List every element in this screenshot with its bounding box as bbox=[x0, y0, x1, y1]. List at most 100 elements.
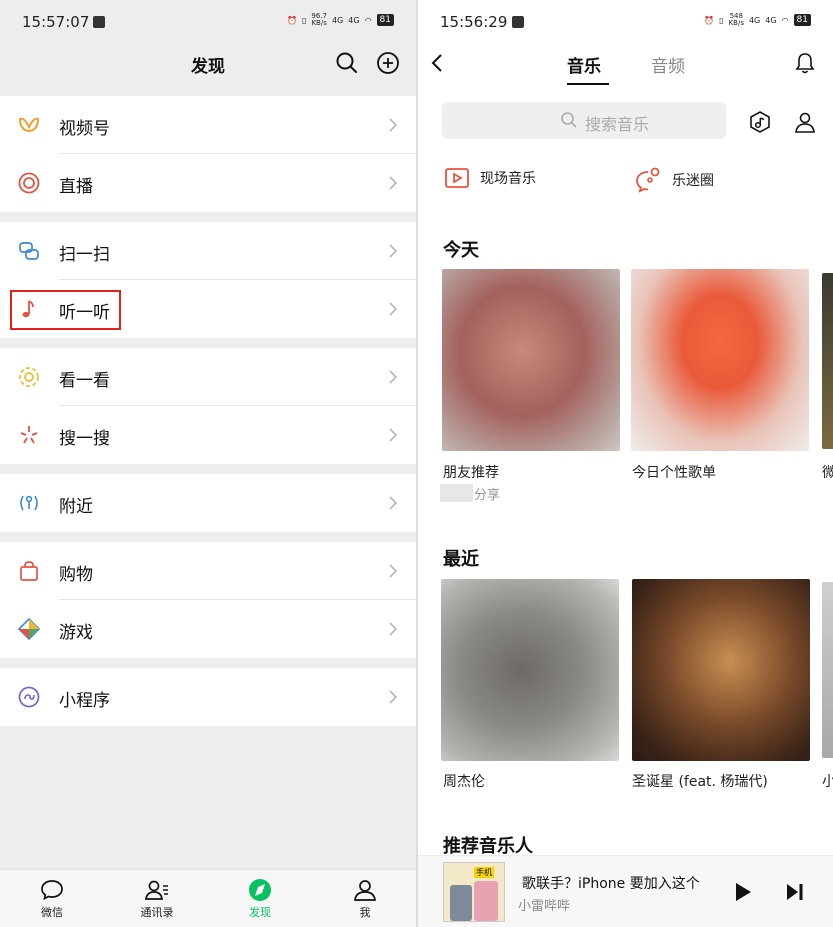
look-icon bbox=[19, 367, 39, 387]
profile-icon[interactable] bbox=[793, 110, 817, 134]
menu-item-channels[interactable]: 视频号 bbox=[0, 96, 416, 154]
tab-music[interactable]: 音乐 bbox=[567, 52, 601, 77]
mini-program-icon bbox=[18, 686, 40, 708]
tab-contacts[interactable]: 通讯录 bbox=[122, 878, 192, 920]
card-title: 周杰伦 bbox=[443, 774, 485, 790]
tab-chats[interactable]: 微信 bbox=[17, 878, 87, 920]
shortcut-live-music[interactable]: 现场音乐 bbox=[444, 166, 536, 190]
section-title-today: 今天 bbox=[443, 240, 479, 261]
redacted-name bbox=[440, 484, 473, 502]
chevron-right-icon bbox=[389, 176, 398, 190]
vibrate-icon: ▯ bbox=[301, 15, 307, 25]
menu-label: 附近 bbox=[59, 497, 93, 517]
playlist-card-partial[interactable] bbox=[822, 273, 833, 449]
status-icons: ⏰ ▯ 548 KB/s 4G 4G ◠ 81 bbox=[704, 13, 811, 27]
card-title: 小 bbox=[822, 774, 833, 790]
search-icon[interactable] bbox=[334, 50, 360, 76]
menu-group-3: 看一看 搜一搜 bbox=[0, 348, 416, 464]
next-track-icon[interactable] bbox=[785, 882, 805, 902]
fan-circle-icon bbox=[636, 167, 660, 193]
live-icon bbox=[18, 172, 40, 194]
alarm-icon: ⏰ bbox=[287, 15, 297, 25]
tab-audio[interactable]: 音频 bbox=[651, 52, 685, 77]
menu-group-6: 小程序 bbox=[0, 668, 416, 726]
menu-item-nearby[interactable]: 附近 bbox=[0, 474, 416, 532]
tab-me[interactable]: 我 bbox=[330, 878, 400, 920]
mini-player[interactable]: 手机 歌联手？iPhone 要加入这个 小雷哔哔 bbox=[418, 855, 833, 927]
vibrate-icon: ▯ bbox=[719, 15, 724, 25]
menu-item-live[interactable]: 直播 bbox=[0, 154, 416, 212]
cover-phone-graphic bbox=[450, 885, 472, 921]
playlist-card-friends[interactable] bbox=[442, 269, 620, 451]
net-type-1: 4G bbox=[748, 15, 761, 25]
status-bar: 15:56:29 ⏰ ▯ 548 KB/s 4G 4G ◠ 81 bbox=[418, 0, 833, 44]
status-bar: 15:57:07 ⏰ ▯ 96.7 KB/s 4G 4G ◠ 81 bbox=[0, 0, 416, 44]
compass-icon bbox=[249, 879, 271, 901]
card-title: 微 bbox=[822, 465, 833, 481]
chevron-right-icon bbox=[389, 118, 398, 132]
person-icon bbox=[354, 880, 376, 901]
contacts-icon bbox=[145, 880, 168, 900]
net-speed: 548 KB/s bbox=[728, 12, 744, 27]
back-arrow-icon[interactable] bbox=[430, 53, 444, 73]
shopping-bag-icon bbox=[20, 561, 38, 581]
tab-label: 通讯录 bbox=[140, 906, 174, 919]
tab-label: 我 bbox=[359, 906, 371, 919]
music-search-input[interactable]: 搜索音乐 bbox=[442, 102, 726, 139]
chat-bubble-icon bbox=[41, 880, 63, 901]
chevron-right-icon bbox=[389, 428, 398, 442]
status-time: 15:56:29 bbox=[440, 13, 508, 31]
status-time: 15:57:07 bbox=[22, 13, 90, 31]
wechat-discover-screen: 15:57:07 ⏰ ▯ 96.7 KB/s 4G 4G ◠ 81 发现 视频号… bbox=[0, 0, 416, 927]
tab-label: 微信 bbox=[41, 906, 63, 919]
bell-icon[interactable] bbox=[794, 51, 816, 75]
card-title: 圣诞星 (feat. 杨瑞代) bbox=[632, 774, 768, 790]
menu-group-4: 附近 bbox=[0, 474, 416, 532]
chevron-right-icon bbox=[389, 302, 398, 316]
recognize-music-icon[interactable] bbox=[748, 110, 772, 134]
album-card-partial[interactable] bbox=[822, 582, 833, 758]
add-icon[interactable] bbox=[375, 50, 401, 76]
menu-label: 看一看 bbox=[59, 371, 110, 391]
status-icons: ⏰ ▯ 96.7 KB/s 4G 4G ◠ 81 bbox=[287, 13, 394, 27]
search-icon bbox=[561, 112, 577, 128]
active-tab-indicator bbox=[567, 83, 609, 85]
now-playing-artist: 小雷哔哔 bbox=[518, 899, 571, 914]
menu-label: 直播 bbox=[59, 177, 93, 197]
wifi-icon: ◠ bbox=[364, 15, 372, 25]
menu-item-scan[interactable]: 扫一扫 bbox=[0, 222, 416, 280]
video-play-icon bbox=[445, 168, 469, 188]
chevron-right-icon bbox=[389, 244, 398, 258]
menu-item-shopping[interactable]: 购物 bbox=[0, 542, 416, 600]
album-card-christmas-star[interactable] bbox=[632, 579, 810, 761]
page-header: 发现 bbox=[0, 44, 416, 84]
now-playing-title: 歌联手？iPhone 要加入这个 bbox=[522, 876, 700, 892]
menu-label: 游戏 bbox=[59, 623, 93, 643]
battery-level: 81 bbox=[793, 14, 811, 26]
search-placeholder: 搜索音乐 bbox=[585, 115, 650, 134]
nearby-icon bbox=[20, 495, 38, 511]
chevron-right-icon bbox=[389, 564, 398, 578]
menu-item-look[interactable]: 看一看 bbox=[0, 348, 416, 406]
menu-item-search[interactable]: 搜一搜 bbox=[0, 406, 416, 464]
shortcut-fan-circle[interactable]: 乐迷圈 bbox=[634, 166, 714, 194]
playlist-card-daily[interactable] bbox=[631, 269, 809, 451]
bottom-tab-bar: 微信 通讯录 发现 我 bbox=[0, 869, 416, 927]
wifi-icon: ◠ bbox=[781, 15, 789, 25]
notification-icon bbox=[93, 16, 105, 28]
tab-discover[interactable]: 发现 bbox=[225, 878, 295, 920]
menu-item-games[interactable]: 游戏 bbox=[0, 600, 416, 658]
battery-level: 81 bbox=[376, 14, 394, 26]
menu-item-mini-programs[interactable]: 小程序 bbox=[0, 668, 416, 726]
highlight-box bbox=[10, 290, 121, 330]
notification-icon bbox=[512, 16, 524, 28]
tab-label: 发现 bbox=[249, 906, 271, 919]
menu-label: 小程序 bbox=[59, 691, 110, 711]
search-spark-icon bbox=[20, 426, 38, 444]
menu-label: 扫一扫 bbox=[59, 245, 110, 265]
channels-icon bbox=[18, 117, 40, 133]
play-icon[interactable] bbox=[733, 881, 753, 903]
cover-phone-graphic bbox=[474, 881, 498, 921]
album-card-jay-chou[interactable] bbox=[441, 579, 619, 761]
net-type-2: 4G bbox=[348, 15, 360, 25]
